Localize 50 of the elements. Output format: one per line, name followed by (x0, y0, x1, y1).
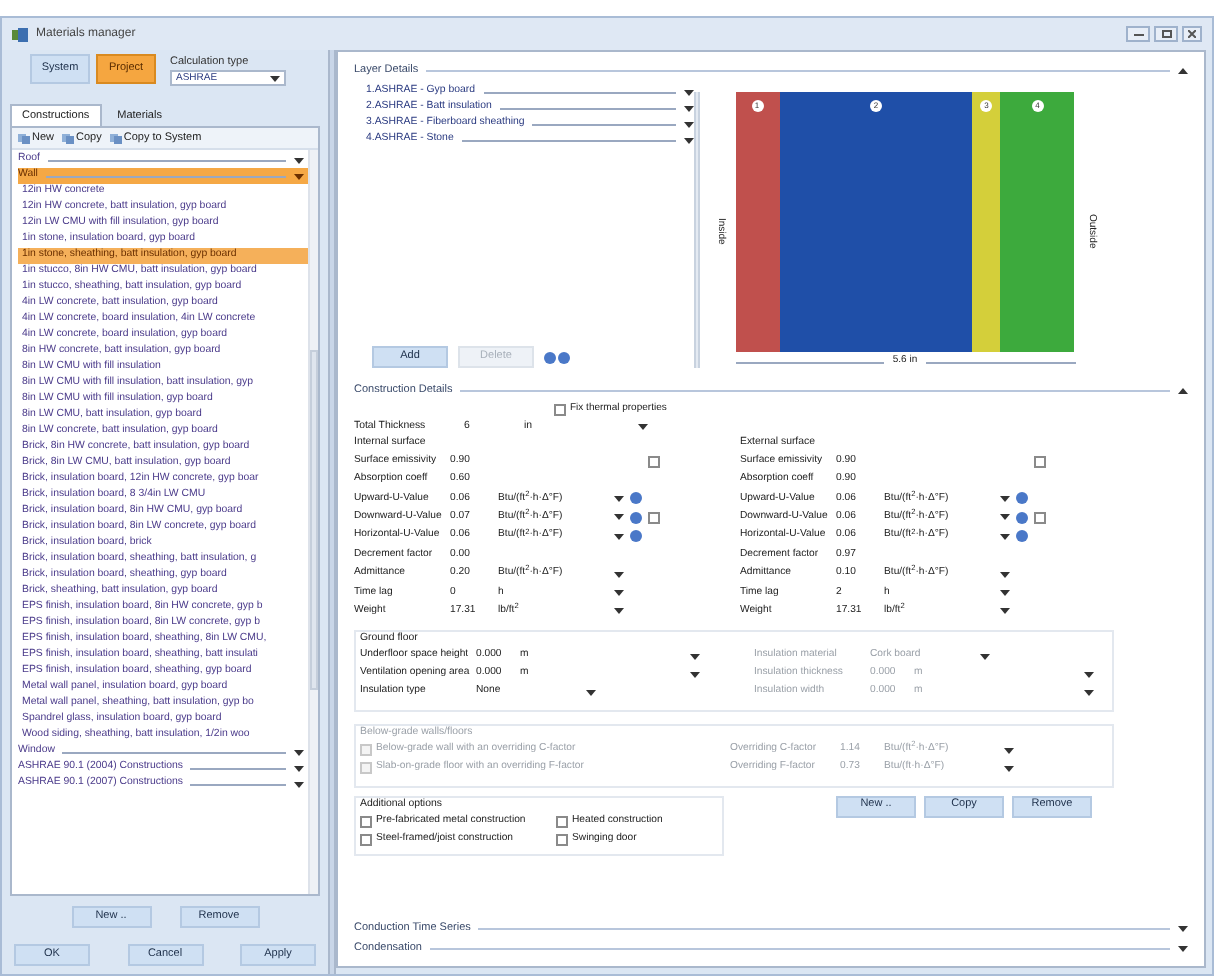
expand-icon[interactable] (1178, 945, 1188, 951)
checkbox[interactable] (360, 834, 372, 847)
dropdown-arrow-icon (1000, 589, 1010, 596)
dropdown-arrow-icon (1004, 747, 1014, 753)
dropdown-arrow-icon (980, 653, 990, 659)
dropdown-arrow-icon (614, 608, 624, 615)
checkbox[interactable] (360, 816, 372, 829)
dropdown-arrow-icon (1000, 571, 1010, 578)
dropdown-arrow-icon (614, 533, 624, 540)
dropdown-arrow-icon (586, 689, 596, 695)
checkbox[interactable] (648, 511, 660, 524)
pages-icon (18, 133, 30, 143)
checkbox[interactable] (648, 455, 660, 468)
close-button[interactable] (1182, 26, 1202, 42)
dropdown-arrow-icon (1004, 765, 1014, 771)
dropdown-arrow-icon (270, 75, 280, 82)
move-down-icon[interactable] (558, 351, 570, 363)
dropdown-arrow-icon (690, 653, 700, 659)
dropdown-arrow-icon (1084, 689, 1094, 695)
dropdown-arrow-icon (614, 589, 624, 596)
collapse-icon[interactable] (1178, 67, 1188, 73)
checkbox[interactable] (1034, 511, 1046, 524)
dropdown-arrow-icon (638, 423, 648, 430)
pages-icon (109, 133, 122, 143)
checkbox[interactable] (556, 834, 568, 847)
scrollbar[interactable] (308, 150, 318, 894)
dropdown-arrow-icon (1084, 671, 1094, 677)
dropdown-arrow-icon (1000, 495, 1010, 502)
dropdown-arrow-icon (1000, 608, 1010, 615)
dropdown-arrow-icon (690, 671, 700, 677)
dropdown-arrow-icon (1000, 533, 1010, 540)
dropdown-arrow-icon (614, 514, 624, 521)
dropdown-arrow-icon (614, 495, 624, 502)
app-icon (12, 27, 28, 41)
dropdown-arrow-icon (1000, 514, 1010, 521)
dropdown-arrow-icon (614, 571, 624, 578)
close-icon (1188, 30, 1196, 38)
checkbox[interactable] (360, 744, 372, 756)
checkbox[interactable] (556, 816, 568, 829)
pages-icon (62, 133, 75, 143)
expand-icon[interactable] (1178, 925, 1188, 931)
collapse-icon[interactable] (1178, 387, 1188, 393)
move-up-icon[interactable] (544, 351, 556, 363)
maximize-button[interactable] (1154, 26, 1178, 42)
maximize-icon (1161, 30, 1171, 38)
checkbox[interactable] (360, 762, 372, 774)
checkbox[interactable] (1034, 455, 1046, 468)
minimize-button[interactable] (1126, 26, 1150, 42)
checkbox[interactable] (554, 403, 566, 415)
minimize-icon (1133, 33, 1143, 35)
